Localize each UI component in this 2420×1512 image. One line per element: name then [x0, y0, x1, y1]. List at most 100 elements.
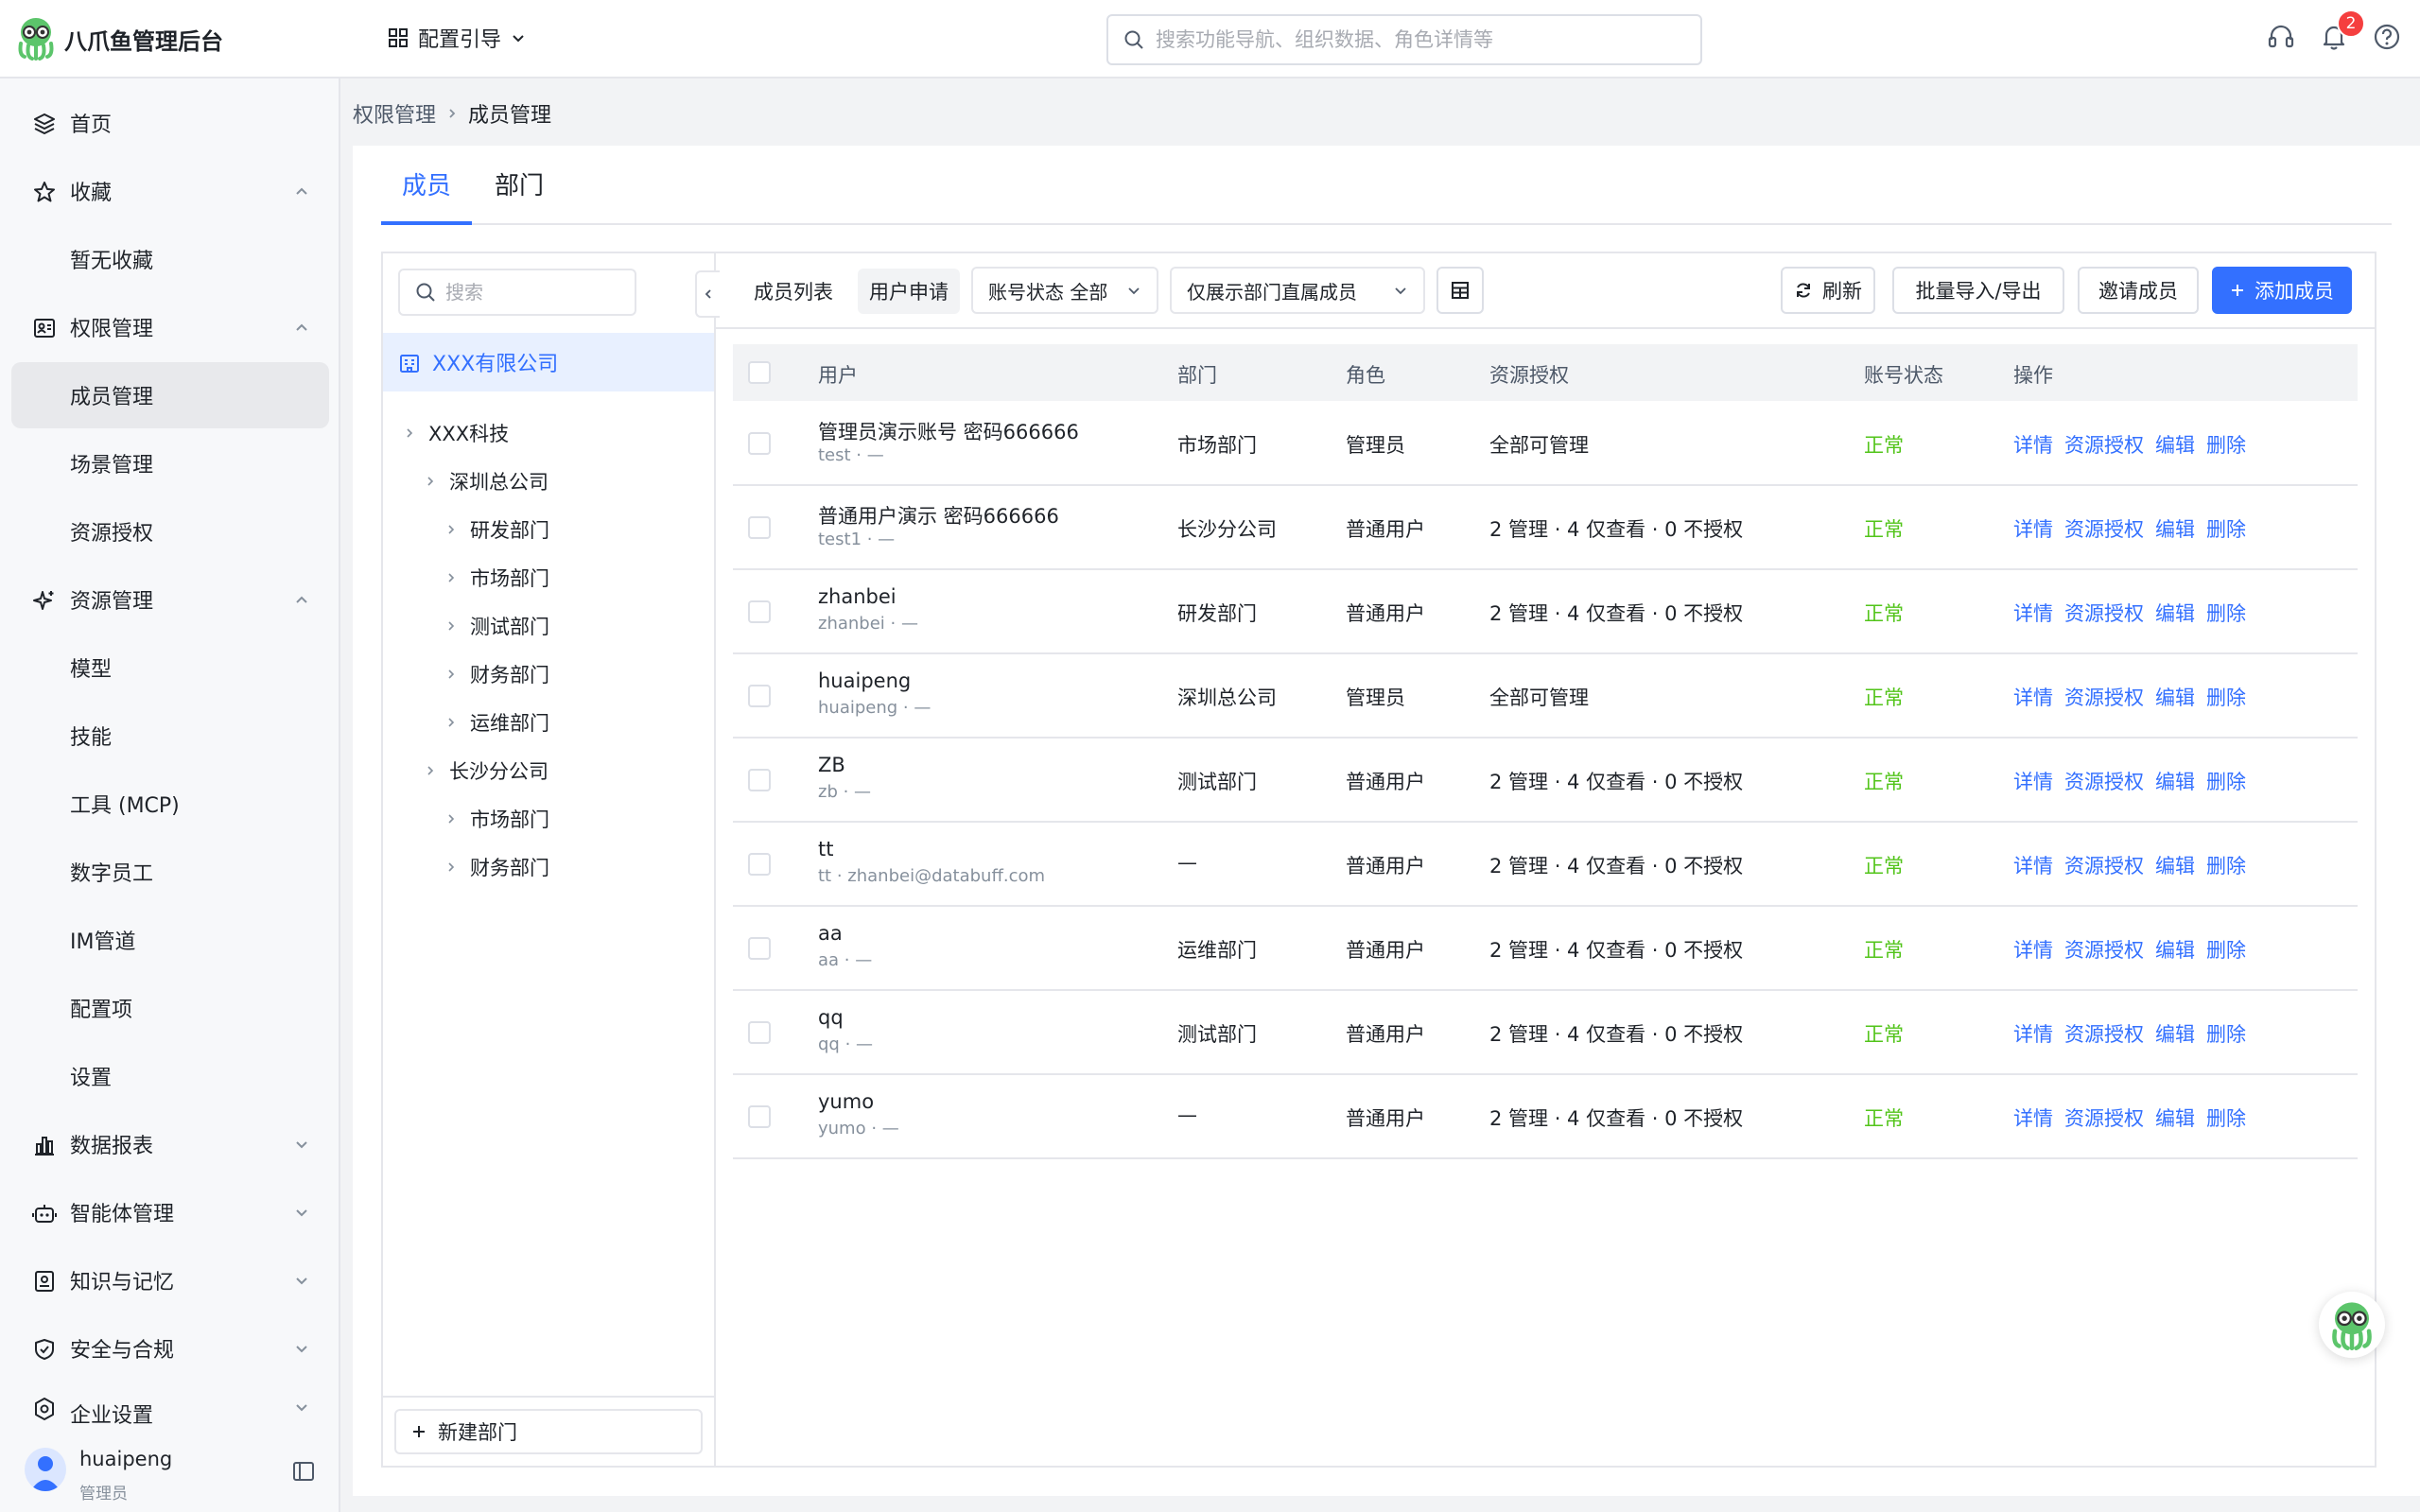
- edit-link[interactable]: 编辑: [2155, 767, 2195, 795]
- delete-link[interactable]: 删除: [2206, 514, 2246, 543]
- resource-grant-link[interactable]: 资源授权: [2064, 599, 2144, 627]
- member-list-toggle[interactable]: 成员列表: [742, 269, 844, 314]
- global-search-input[interactable]: [1156, 28, 1685, 51]
- tab-departments[interactable]: 部门: [495, 166, 544, 201]
- edit-link[interactable]: 编辑: [2155, 1104, 2195, 1132]
- resource-grant-link[interactable]: 资源授权: [2064, 1104, 2144, 1132]
- delete-link[interactable]: 删除: [2206, 599, 2246, 627]
- user-apply-toggle[interactable]: 用户申请: [858, 269, 960, 314]
- tree-node[interactable]: 市场部门: [445, 554, 549, 601]
- row-checkbox[interactable]: [748, 600, 771, 623]
- sidebar-item-favorites[interactable]: 收藏: [11, 158, 329, 224]
- edit-link[interactable]: 编辑: [2155, 1019, 2195, 1048]
- delete-link[interactable]: 删除: [2206, 430, 2246, 459]
- notification-bell-icon[interactable]: 2: [2318, 9, 2365, 53]
- edit-link[interactable]: 编辑: [2155, 683, 2195, 711]
- tree-root-node[interactable]: XXX有限公司: [383, 333, 714, 391]
- tab-members[interactable]: 成员: [402, 166, 451, 201]
- resource-grant-link[interactable]: 资源授权: [2064, 935, 2144, 964]
- resource-grant-link[interactable]: 资源授权: [2064, 1019, 2144, 1048]
- row-checkbox[interactable]: [748, 853, 771, 876]
- sidebar-item-im-channels[interactable]: IM管道: [11, 907, 329, 973]
- sidebar-toggle-icon[interactable]: [291, 1459, 316, 1484]
- edit-link[interactable]: 编辑: [2155, 599, 2195, 627]
- detail-link[interactable]: 详情: [2013, 683, 2053, 711]
- sidebar-item-agents[interactable]: 智能体管理: [11, 1179, 329, 1245]
- sidebar-item-resources[interactable]: 资源管理: [11, 566, 329, 633]
- edit-link[interactable]: 编辑: [2155, 514, 2195, 543]
- sidebar-item-security[interactable]: 安全与合规: [11, 1315, 329, 1382]
- sidebar-item-config-items[interactable]: 配置项: [11, 975, 329, 1041]
- tree-node[interactable]: 市场部门: [445, 795, 549, 843]
- sidebar-item-skills[interactable]: 技能: [11, 703, 329, 769]
- tree-node[interactable]: 财务部门: [445, 843, 549, 891]
- tree-node[interactable]: 长沙分公司: [425, 747, 548, 794]
- edit-link[interactable]: 编辑: [2155, 851, 2195, 879]
- sidebar-item-members[interactable]: 成员管理: [11, 362, 329, 428]
- sidebar-item-tools-mcp[interactable]: 工具 (MCP): [11, 771, 329, 837]
- invite-member-button[interactable]: 邀请成员: [2078, 267, 2199, 314]
- sidebar-item-enterprise[interactable]: 企业设置: [11, 1383, 329, 1431]
- add-member-button[interactable]: 添加成员: [2212, 267, 2352, 314]
- tree-node[interactable]: XXX科技: [404, 409, 509, 457]
- new-department-button[interactable]: 新建部门: [394, 1409, 703, 1454]
- detail-link[interactable]: 详情: [2013, 1104, 2053, 1132]
- sidebar-item-digital-employees[interactable]: 数字员工: [11, 839, 329, 905]
- current-user[interactable]: huaipeng 管理员: [0, 1433, 339, 1512]
- account-status-filter[interactable]: 账号状态 全部: [971, 267, 1158, 314]
- sidebar-item-permissions[interactable]: 权限管理: [11, 294, 329, 360]
- sidebar-item-resource-auth[interactable]: 资源授权: [11, 498, 329, 565]
- detail-link[interactable]: 详情: [2013, 514, 2053, 543]
- select-all-checkbox[interactable]: [748, 361, 771, 384]
- edit-link[interactable]: 编辑: [2155, 935, 2195, 964]
- delete-link[interactable]: 删除: [2206, 851, 2246, 879]
- sidebar-item-home[interactable]: 首页: [11, 90, 329, 156]
- detail-link[interactable]: 详情: [2013, 599, 2053, 627]
- refresh-button[interactable]: 刷新: [1781, 267, 1875, 314]
- column-settings-button[interactable]: [1436, 267, 1484, 314]
- delete-link[interactable]: 删除: [2206, 767, 2246, 795]
- detail-link[interactable]: 详情: [2013, 935, 2053, 964]
- sidebar-item-knowledge[interactable]: 知识与记忆: [11, 1247, 329, 1313]
- detail-link[interactable]: 详情: [2013, 767, 2053, 795]
- detail-link[interactable]: 详情: [2013, 1019, 2053, 1048]
- tree-node[interactable]: 运维部门: [445, 699, 549, 746]
- delete-link[interactable]: 删除: [2206, 1019, 2246, 1048]
- tree-node[interactable]: 深圳总公司: [425, 458, 548, 505]
- row-checkbox[interactable]: [748, 432, 771, 455]
- resource-grant-link[interactable]: 资源授权: [2064, 851, 2144, 879]
- row-checkbox[interactable]: [748, 1021, 771, 1044]
- row-checkbox[interactable]: [748, 685, 771, 707]
- tree-node[interactable]: 研发部门: [445, 506, 549, 553]
- sidebar-item-reports[interactable]: 数据报表: [11, 1111, 329, 1177]
- delete-link[interactable]: 删除: [2206, 1104, 2246, 1132]
- detail-link[interactable]: 详情: [2013, 851, 2053, 879]
- resource-grant-link[interactable]: 资源授权: [2064, 767, 2144, 795]
- row-checkbox[interactable]: [748, 769, 771, 791]
- global-search[interactable]: [1106, 14, 1702, 65]
- support-headset-icon[interactable]: [2265, 21, 2297, 53]
- sidebar-item-models[interactable]: 模型: [11, 634, 329, 701]
- breadcrumb-parent[interactable]: 权限管理: [353, 98, 436, 129]
- delete-link[interactable]: 删除: [2206, 935, 2246, 964]
- tree-search-input[interactable]: [445, 281, 616, 304]
- config-guide-menu[interactable]: 配置引导: [388, 23, 526, 53]
- resource-grant-link[interactable]: 资源授权: [2064, 683, 2144, 711]
- tree-node[interactable]: 财务部门: [445, 651, 549, 698]
- row-checkbox[interactable]: [748, 1105, 771, 1128]
- help-icon[interactable]: [2371, 21, 2403, 53]
- delete-link[interactable]: 删除: [2206, 683, 2246, 711]
- detail-link[interactable]: 详情: [2013, 430, 2053, 459]
- resource-grant-link[interactable]: 资源授权: [2064, 430, 2144, 459]
- edit-link[interactable]: 编辑: [2155, 430, 2195, 459]
- resource-grant-link[interactable]: 资源授权: [2064, 514, 2144, 543]
- row-checkbox[interactable]: [748, 937, 771, 960]
- sidebar-item-scenes[interactable]: 场景管理: [11, 430, 329, 496]
- department-scope-filter[interactable]: 仅展示部门直属成员: [1170, 267, 1425, 314]
- sidebar-item-settings[interactable]: 设置: [11, 1043, 329, 1109]
- tree-search[interactable]: [398, 269, 636, 316]
- assistant-float-button[interactable]: [2319, 1292, 2385, 1358]
- import-export-button[interactable]: 批量导入/导出: [1892, 267, 2064, 314]
- tree-node[interactable]: 测试部门: [445, 602, 549, 650]
- row-checkbox[interactable]: [748, 516, 771, 539]
